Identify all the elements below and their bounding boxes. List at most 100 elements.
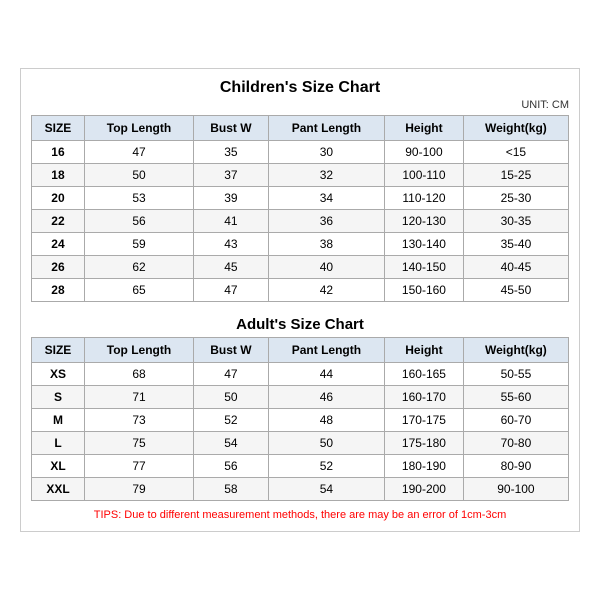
table-cell: 22	[32, 210, 85, 233]
table-cell: 47	[84, 141, 193, 164]
table-cell: 24	[32, 233, 85, 256]
table-row: M735248170-17560-70	[32, 409, 569, 432]
table-cell: 40	[268, 256, 384, 279]
table-row: 20533934110-12025-30	[32, 187, 569, 210]
table-cell: 35	[194, 141, 269, 164]
table-cell: 25-30	[463, 187, 568, 210]
adults-col-size: SIZE	[32, 338, 85, 363]
children-table-body: 1647353090-100<1518503732100-11015-25205…	[32, 141, 569, 302]
table-cell: 36	[268, 210, 384, 233]
adults-chart-title: Adult's Size Chart	[31, 310, 569, 337]
table-cell: 15-25	[463, 164, 568, 187]
table-cell: 50-55	[463, 363, 568, 386]
table-cell: 71	[84, 386, 193, 409]
table-cell: 56	[84, 210, 193, 233]
children-header-row: SIZE Top Length Bust W Pant Length Heigh…	[32, 116, 569, 141]
table-row: 18503732100-11015-25	[32, 164, 569, 187]
adults-col-bust-w: Bust W	[194, 338, 269, 363]
children-col-height: Height	[385, 116, 464, 141]
table-cell: L	[32, 432, 85, 455]
table-cell: 100-110	[385, 164, 464, 187]
table-cell: 41	[194, 210, 269, 233]
table-row: XXL795854190-20090-100	[32, 478, 569, 501]
table-cell: 110-120	[385, 187, 464, 210]
table-cell: 38	[268, 233, 384, 256]
table-cell: 50	[84, 164, 193, 187]
table-cell: XS	[32, 363, 85, 386]
table-row: 26624540140-15040-45	[32, 256, 569, 279]
table-cell: 130-140	[385, 233, 464, 256]
table-cell: 55-60	[463, 386, 568, 409]
table-cell: 175-180	[385, 432, 464, 455]
table-cell: 34	[268, 187, 384, 210]
table-row: 24594338130-14035-40	[32, 233, 569, 256]
table-cell: 52	[268, 455, 384, 478]
table-cell: 90-100	[463, 478, 568, 501]
table-cell: 44	[268, 363, 384, 386]
children-col-size: SIZE	[32, 116, 85, 141]
adults-col-weight: Weight(kg)	[463, 338, 568, 363]
children-col-top-length: Top Length	[84, 116, 193, 141]
table-cell: 160-170	[385, 386, 464, 409]
table-cell: S	[32, 386, 85, 409]
table-row: XS684744160-16550-55	[32, 363, 569, 386]
table-cell: 45	[194, 256, 269, 279]
table-row: 28654742150-16045-50	[32, 279, 569, 302]
table-cell: XXL	[32, 478, 85, 501]
table-cell: 180-190	[385, 455, 464, 478]
table-cell: 20	[32, 187, 85, 210]
table-cell: 140-150	[385, 256, 464, 279]
table-cell: 170-175	[385, 409, 464, 432]
children-size-table: SIZE Top Length Bust W Pant Length Heigh…	[31, 115, 569, 302]
table-cell: 160-165	[385, 363, 464, 386]
table-cell: M	[32, 409, 85, 432]
table-cell: 47	[194, 363, 269, 386]
table-row: L755450175-18070-80	[32, 432, 569, 455]
table-cell: 32	[268, 164, 384, 187]
table-cell: 28	[32, 279, 85, 302]
table-row: 1647353090-100<15	[32, 141, 569, 164]
table-cell: 70-80	[463, 432, 568, 455]
table-cell: 43	[194, 233, 269, 256]
table-cell: 52	[194, 409, 269, 432]
table-cell: 58	[194, 478, 269, 501]
adults-table-body: XS684744160-16550-55S715046160-17055-60M…	[32, 363, 569, 501]
table-cell: 30-35	[463, 210, 568, 233]
table-cell: 16	[32, 141, 85, 164]
table-cell: XL	[32, 455, 85, 478]
table-cell: 26	[32, 256, 85, 279]
adults-col-pant-length: Pant Length	[268, 338, 384, 363]
table-cell: 30	[268, 141, 384, 164]
table-cell: 45-50	[463, 279, 568, 302]
table-cell: 50	[268, 432, 384, 455]
children-chart-title: Children's Size Chart	[31, 79, 569, 97]
table-cell: 48	[268, 409, 384, 432]
table-cell: 77	[84, 455, 193, 478]
table-cell: 37	[194, 164, 269, 187]
table-cell: 90-100	[385, 141, 464, 164]
table-cell: 39	[194, 187, 269, 210]
table-cell: 79	[84, 478, 193, 501]
table-cell: 47	[194, 279, 269, 302]
table-cell: 53	[84, 187, 193, 210]
tips-text: TIPS: Due to different measurement metho…	[31, 509, 569, 521]
table-cell: 59	[84, 233, 193, 256]
table-cell: 150-160	[385, 279, 464, 302]
table-cell: 54	[268, 478, 384, 501]
table-cell: 35-40	[463, 233, 568, 256]
table-cell: 42	[268, 279, 384, 302]
table-cell: 46	[268, 386, 384, 409]
table-cell: 75	[84, 432, 193, 455]
children-col-pant-length: Pant Length	[268, 116, 384, 141]
table-cell: 18	[32, 164, 85, 187]
table-row: S715046160-17055-60	[32, 386, 569, 409]
table-cell: 50	[194, 386, 269, 409]
adults-header-row: SIZE Top Length Bust W Pant Length Heigh…	[32, 338, 569, 363]
unit-label: UNIT: CM	[31, 99, 569, 111]
table-cell: <15	[463, 141, 568, 164]
children-col-bust-w: Bust W	[194, 116, 269, 141]
adults-col-height: Height	[385, 338, 464, 363]
children-col-weight: Weight(kg)	[463, 116, 568, 141]
table-cell: 60-70	[463, 409, 568, 432]
table-cell: 80-90	[463, 455, 568, 478]
